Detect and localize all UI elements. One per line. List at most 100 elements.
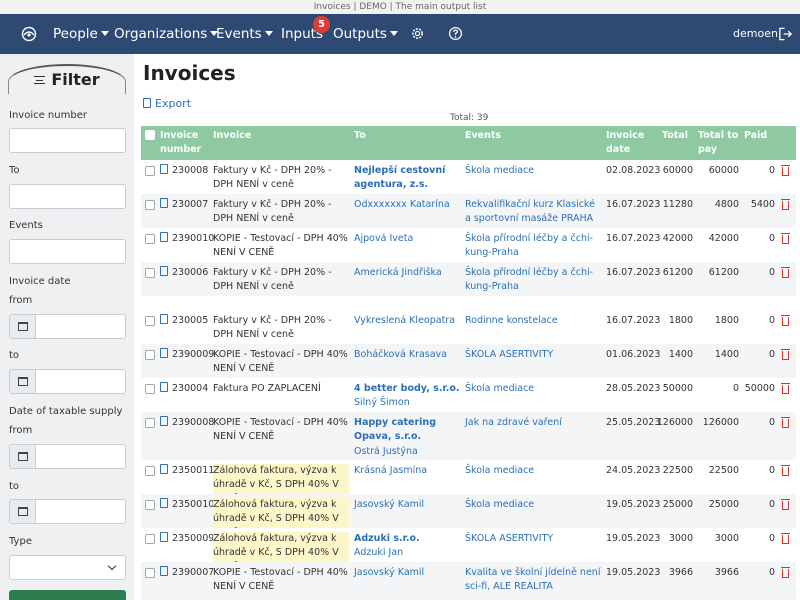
invoice-number-cell[interactable]: 2390010 xyxy=(160,232,214,246)
row-checkbox[interactable] xyxy=(145,350,155,360)
pdf-icon[interactable] xyxy=(160,464,168,474)
recipient-person[interactable]: Silný Šimon xyxy=(354,396,460,410)
recipient-person[interactable]: Krásná Jasmína xyxy=(354,464,460,478)
recipient-person[interactable]: Odxxxxxxx Katarína xyxy=(354,198,460,212)
help-icon[interactable] xyxy=(448,26,463,41)
event-link[interactable]: Škola mediace xyxy=(465,464,603,478)
invoice-number-cell[interactable]: 2350011 xyxy=(160,464,214,478)
export-link[interactable]: Export xyxy=(143,97,191,110)
row-checkbox[interactable] xyxy=(145,384,155,394)
current-user[interactable]: demoen xyxy=(733,14,778,54)
pdf-icon[interactable] xyxy=(160,232,168,242)
recipient-person[interactable]: Jasovský Kamil xyxy=(354,498,460,512)
recipient-organization[interactable]: Adzuki s.r.o. xyxy=(354,532,460,546)
recipient-person[interactable]: Adzuki Jan xyxy=(354,546,460,560)
col-events[interactable]: Events xyxy=(465,129,501,143)
gear-icon[interactable] xyxy=(410,26,425,41)
trash-icon[interactable] xyxy=(781,383,790,394)
col-paid[interactable]: Paid xyxy=(744,129,767,143)
filter-submit-button[interactable] xyxy=(9,590,126,600)
table-row[interactable]: 230004 Faktura PO ZAPLACENÍ 4 better body,… xyxy=(141,378,796,412)
invoice-date-to-input[interactable] xyxy=(35,369,126,394)
invoice-number-cell[interactable]: 230006 xyxy=(160,266,208,280)
col-total[interactable]: Total xyxy=(662,129,688,143)
event-link[interactable]: Škola mediace xyxy=(465,498,603,512)
recipient-person[interactable]: Jasovský Kamil xyxy=(354,566,460,580)
trash-icon[interactable] xyxy=(781,567,790,578)
row-checkbox[interactable] xyxy=(145,418,155,428)
invoice-number-cell[interactable]: 230007 xyxy=(160,198,208,212)
nav-organizations[interactable]: Organizations xyxy=(114,14,219,54)
recipient-person[interactable]: Americká Jindřiška xyxy=(354,266,460,280)
invoice-number-cell[interactable]: 230005 xyxy=(160,314,208,328)
invoice-number-cell[interactable]: 230008 xyxy=(160,164,208,178)
row-checkbox[interactable] xyxy=(145,200,155,210)
table-row[interactable]: 2350010 Zálohová faktura, výzva k úhradě … xyxy=(141,494,796,542)
pdf-icon[interactable] xyxy=(160,266,168,276)
pdf-icon[interactable] xyxy=(160,532,168,542)
table-row[interactable]: 2390008 KOPIE - Testovací - DPH 40% NENÍ … xyxy=(141,412,796,460)
trash-icon[interactable] xyxy=(781,499,790,510)
event-link[interactable]: Kvalita ve školní jídelně není sci-fi, A… xyxy=(465,566,603,595)
trash-icon[interactable] xyxy=(781,199,790,210)
pdf-icon[interactable] xyxy=(160,198,168,208)
trash-icon[interactable] xyxy=(781,465,790,476)
pdf-icon[interactable] xyxy=(160,498,168,508)
invoice-date-from-input[interactable] xyxy=(35,314,126,339)
recipient-organization[interactable]: Happy catering Opava, s.r.o. xyxy=(354,416,460,445)
col-invoice[interactable]: Invoice xyxy=(213,129,251,143)
pdf-icon[interactable] xyxy=(160,164,168,174)
row-checkbox[interactable] xyxy=(145,316,155,326)
row-checkbox[interactable] xyxy=(145,534,155,544)
recipient-person[interactable]: Ajpová Iveta xyxy=(354,232,460,246)
taxable-to-input[interactable] xyxy=(35,499,126,524)
nav-people[interactable]: People xyxy=(53,14,109,54)
pdf-icon[interactable] xyxy=(160,416,168,426)
event-link[interactable]: Škola mediace xyxy=(465,382,603,396)
row-checkbox[interactable] xyxy=(145,166,155,176)
trash-icon[interactable] xyxy=(781,165,790,176)
row-checkbox[interactable] xyxy=(145,500,155,510)
recipient-organization[interactable]: 4 better body, s.r.o. xyxy=(354,382,460,396)
pdf-icon[interactable] xyxy=(160,348,168,358)
event-link[interactable]: Rekvalifikační kurz Klasické a sportovní… xyxy=(465,198,603,227)
invoice-number-cell[interactable]: 2390008 xyxy=(160,416,214,430)
table-row[interactable]: 230005 Faktury v Kč - DPH 20% - DPH NENÍ … xyxy=(141,310,796,344)
invoice-number-cell[interactable]: 2390007 xyxy=(160,566,214,580)
invoice-number-input[interactable] xyxy=(9,128,126,153)
col-invoice-date[interactable]: Invoice date xyxy=(606,129,648,157)
trash-icon[interactable] xyxy=(781,315,790,326)
table-row[interactable]: 2390009 KOPIE - Testovací - DPH 40% NENÍ … xyxy=(141,344,796,378)
invoice-date-to-calendar-button[interactable] xyxy=(9,369,36,394)
trash-icon[interactable] xyxy=(781,233,790,244)
nav-outputs[interactable]: Outputs xyxy=(333,14,398,54)
filter-toggle[interactable]: Filter xyxy=(8,64,126,94)
invoice-number-cell[interactable]: 2350010 xyxy=(160,498,214,512)
table-row[interactable]: 230006 Faktury v Kč - DPH 20% - DPH NENÍ … xyxy=(141,262,796,296)
logo-icon[interactable] xyxy=(21,26,37,42)
taxable-to-calendar-button[interactable] xyxy=(9,499,36,524)
select-all-checkbox[interactable] xyxy=(145,130,155,140)
table-row[interactable]: 2390010 KOPIE - Testovací - DPH 40% NENÍ … xyxy=(141,228,796,262)
pdf-icon[interactable] xyxy=(160,566,168,576)
row-checkbox[interactable] xyxy=(145,268,155,278)
table-row[interactable]: 230008 Faktury v Kč - DPH 20% - DPH NENÍ … xyxy=(141,160,796,205)
trash-icon[interactable] xyxy=(781,533,790,544)
events-input[interactable] xyxy=(9,239,126,264)
table-row[interactable]: 2350009 Zálohová faktura, výzva k úhradě … xyxy=(141,528,796,576)
recipient-person[interactable]: Vykreslená Kleopatra xyxy=(354,314,460,328)
event-link[interactable]: Škola mediace xyxy=(465,164,603,178)
event-link[interactable]: ŠKOLA ASERTIVITY xyxy=(465,532,603,546)
invoice-number-cell[interactable]: 2350009 xyxy=(160,532,214,546)
taxable-from-input[interactable] xyxy=(35,444,126,469)
nav-events[interactable]: Events xyxy=(216,14,273,54)
invoice-date-from-calendar-button[interactable] xyxy=(9,314,36,339)
recipient-person[interactable]: Boháčková Krasava xyxy=(354,348,460,362)
invoice-number-cell[interactable]: 2390009 xyxy=(160,348,214,362)
col-invoice-number[interactable]: Invoice number xyxy=(160,129,208,157)
trash-icon[interactable] xyxy=(781,349,790,360)
event-link[interactable]: Jak na zdravé vaření xyxy=(465,416,603,430)
col-total-to-pay[interactable]: Total to pay xyxy=(698,129,740,157)
type-select[interactable] xyxy=(9,555,126,580)
table-row[interactable]: 230007 Faktury v Kč - DPH 20% - DPH NENÍ … xyxy=(141,194,796,228)
